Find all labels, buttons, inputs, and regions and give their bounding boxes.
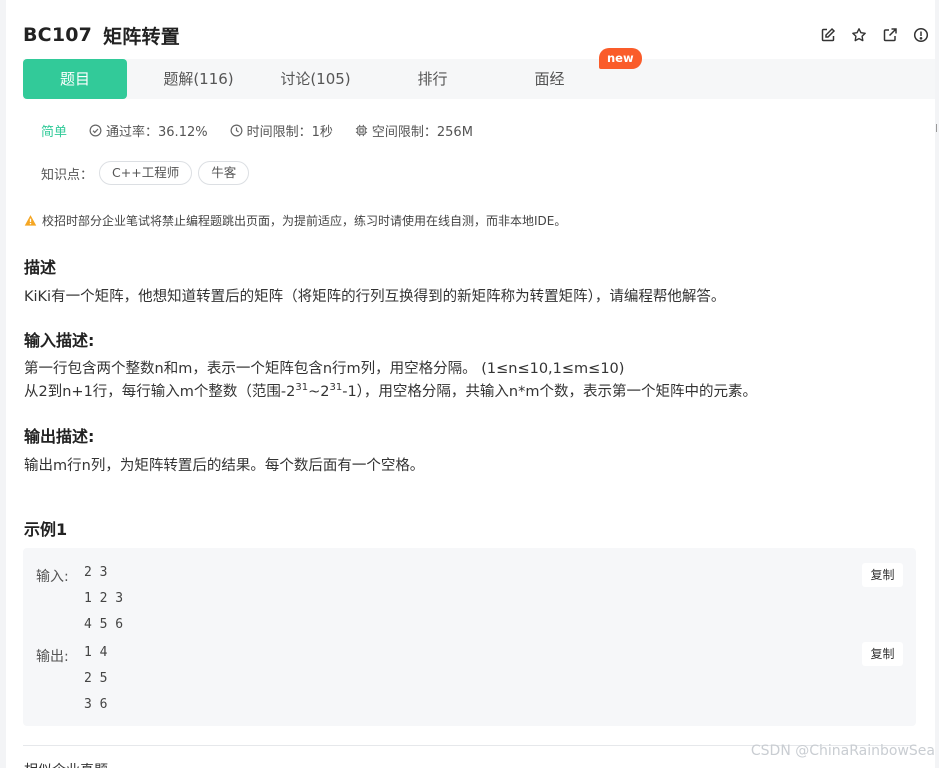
example-input-label: 输入:: [36, 569, 69, 585]
watermark: CSDN @ChinaRainbowSea: [750, 743, 935, 759]
pass-rate: 通过率：36.12%: [89, 121, 208, 140]
example-output-line: 2 5: [84, 671, 108, 686]
similar-questions-heading: 相似企业真题: [24, 760, 108, 768]
exam-notice: 校招时部分企业笔试将禁止编程题跳出页面，为提前适应，练习时请使用在线自测，而非本…: [24, 212, 566, 229]
star-icon[interactable]: [848, 24, 869, 45]
edit-icon[interactable]: [817, 24, 838, 45]
example-output-label: 输出:: [36, 649, 69, 665]
problem-title: BC107 矩阵转置: [23, 22, 180, 48]
example-heading: 示例1: [24, 520, 68, 539]
problem-tabs: 题目 题解(116) 讨论(105) 排行 面经 new: [23, 48, 935, 99]
tab-solutions[interactable]: 题解(116): [140, 59, 257, 99]
example-output-line: 3 6: [84, 697, 108, 712]
warning-icon: [24, 215, 37, 226]
copy-input-button[interactable]: 复制: [862, 563, 903, 587]
input-desc-line2: 从2到n+1行，每行输入m个整数（范围-231~231-1），用空格分隔，共输入…: [24, 380, 757, 404]
tab-problem[interactable]: 题目: [23, 59, 127, 99]
example-output-line: 1 4: [84, 645, 108, 660]
input-desc-line2-part: -1），用空格分隔，共输入n*m个数，表示第一个矩阵中的元素。: [342, 384, 757, 400]
exponent: 31: [329, 382, 343, 394]
example-output-lines[interactable]: 1 4 2 5 3 6: [84, 640, 107, 718]
share-icon[interactable]: [879, 24, 900, 45]
knowledge-label: 知识点：: [41, 167, 94, 183]
difficulty-level: 简单: [41, 125, 68, 140]
space-limit-text: 空间限制：256M: [371, 125, 473, 140]
tag-nowcoder[interactable]: 牛客: [198, 161, 250, 185]
problem-meta: 简单 通过率：36.12% 时间限制：1秒 空间限制：256M: [41, 121, 495, 140]
exponent: 31: [295, 382, 309, 394]
example-box: 输入: 2 3 1 2 3 4 5 6 复制 输出: 1 4 2 5 3 6 复…: [23, 548, 916, 726]
check-circle-icon: [89, 124, 102, 137]
output-desc-text: 输出m行n列，为矩阵转置后的结果。每个数后面有一个空格。: [24, 458, 425, 474]
input-desc-line2-part: 从2到n+1行，每行输入m个整数（范围-2: [24, 384, 296, 400]
tab-ranking[interactable]: 排行: [374, 59, 491, 99]
input-desc-line2-part: ~2: [308, 384, 330, 400]
copy-output-button[interactable]: 复制: [862, 642, 903, 666]
problem-panel: BC107 矩阵转置 题目 题解(116) 讨论(105) 排行 面经 new …: [6, 0, 935, 768]
time-limit-text: 时间限制：1秒: [246, 125, 333, 140]
description-text: KiKi有一个矩阵，他想知道转置后的矩阵（将矩阵的行列互换得到的新矩阵称为转置矩…: [24, 289, 726, 305]
clock-icon: [230, 124, 243, 137]
input-desc-line1: 第一行包含两个整数n和m，表示一个矩阵包含n行m列，用空格分隔。 (1≤n≤10…: [24, 361, 625, 377]
description-heading: 描述: [24, 258, 57, 277]
example-input-lines[interactable]: 2 3 1 2 3 4 5 6: [84, 560, 123, 638]
space-limit: 空间限制：256M: [355, 121, 473, 140]
problem-code: BC107: [23, 24, 93, 46]
title-toolbar: [817, 24, 931, 45]
report-icon[interactable]: [910, 24, 931, 45]
knowledge-tags: 知识点： C++工程师 牛客: [41, 161, 250, 185]
example-input-line: 4 5 6: [84, 617, 124, 632]
new-badge: new: [599, 48, 642, 69]
example-input-line: 1 2 3: [84, 591, 124, 606]
tab-discussion[interactable]: 讨论(105): [257, 59, 374, 99]
tag-cpp-engineer[interactable]: C++工程师: [99, 161, 193, 185]
pass-rate-text: 通过率：36.12%: [106, 125, 208, 140]
output-desc-heading: 输出描述:: [24, 427, 95, 446]
notice-text: 校招时部分企业笔试将禁止编程题跳出页面，为提前适应，练习时请使用在线自测，而非本…: [42, 214, 567, 228]
example-input-line: 2 3: [84, 565, 108, 580]
chip-icon: [355, 124, 367, 137]
problem-name: 矩阵转置: [103, 25, 180, 48]
input-desc-heading: 输入描述:: [24, 331, 95, 350]
time-limit: 时间限制：1秒: [230, 121, 333, 140]
tab-interview[interactable]: 面经: [491, 59, 608, 99]
